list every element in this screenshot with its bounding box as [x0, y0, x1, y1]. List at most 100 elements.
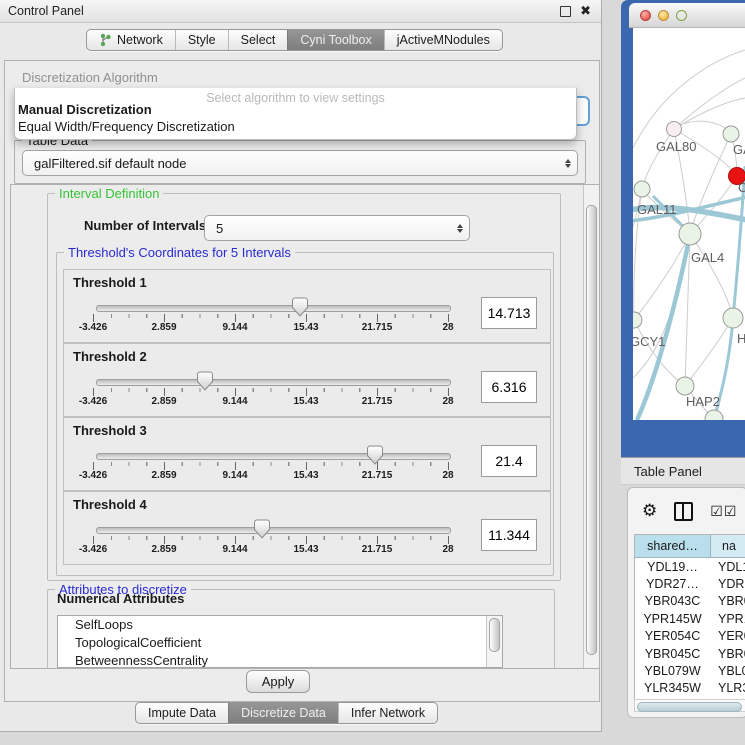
network-icon [99, 33, 112, 47]
threshold-1-value-field[interactable] [481, 297, 537, 329]
threshold-2-slider-track[interactable] [96, 379, 451, 386]
threshold-2-label: Threshold 2 [73, 349, 147, 364]
list-item[interactable]: SelfLoops [58, 616, 502, 634]
tab-style[interactable]: Style [175, 30, 228, 50]
gear-icon[interactable]: ⚙ [642, 501, 657, 521]
node-label: HAP2 [686, 394, 720, 409]
node-hap2[interactable] [676, 377, 694, 395]
threshold-2-tick-labels: -3.426 2.859 9.144 15.43 21.715 28 [64, 396, 550, 409]
checkbox-checked-icon[interactable]: ☑ [710, 503, 723, 520]
node-bottom[interactable] [705, 410, 723, 420]
node-label-partial: H [737, 331, 745, 346]
top-tab-bar: Network Style Select Cyni Toolbox jActiv… [86, 29, 503, 51]
table-panel-header: Table Panel [621, 457, 745, 485]
table-row[interactable]: YBR045CYBR0 [635, 645, 745, 662]
threshold-4-slider-track[interactable] [96, 527, 451, 534]
node-label: GAL4 [691, 250, 724, 265]
threshold-4-tick-marks [93, 536, 450, 544]
table-data-combobox-value: galFiltered.sif default node [23, 156, 559, 171]
apply-button[interactable]: Apply [246, 670, 310, 693]
close-traffic-light-icon[interactable] [640, 10, 651, 21]
threshold-1-panel: Threshold 1 -3.426 2.859 9.144 15.43 21.… [63, 269, 551, 343]
node-gal11[interactable] [634, 181, 650, 197]
threshold-1-tick-marks [93, 314, 450, 322]
node-attribute-table: shared… na YDL19…YDL1 YDR27…YDR2 YBR043C… [634, 534, 745, 700]
panel-title: Control Panel [0, 4, 84, 18]
tab-discretize-data[interactable]: Discretize Data [228, 703, 338, 723]
thresholds-group: Threshold's Coordinates for 5 Intervals … [56, 252, 554, 576]
table-row[interactable]: YLR345WYLR3 [635, 680, 745, 697]
attributes-list-scrollbar[interactable] [486, 616, 502, 667]
menu-item-equal-width-frequency[interactable]: Equal Width/Frequency Discretization [18, 119, 235, 134]
list-item[interactable]: BetweennessCentrality [58, 652, 502, 668]
node-label-partial: C [738, 180, 745, 195]
threshold-3-tick-labels: -3.426 2.859 9.144 15.43 21.715 28 [64, 470, 550, 483]
num-intervals-label: Number of Intervals [84, 218, 206, 233]
checkbox-checked-icon[interactable]: ☑ [724, 503, 737, 520]
node-label: GCY1 [633, 334, 665, 349]
tab-network[interactable]: Network [87, 30, 175, 50]
table-horizontal-scrollbar[interactable] [634, 699, 745, 712]
numerical-attributes-list: SelfLoops TopologicalCoefficient Between… [57, 615, 503, 668]
columns-icon[interactable] [674, 502, 693, 521]
thresholds-group-title: Threshold's Coordinates for 5 Intervals [64, 245, 295, 260]
threshold-2-value-field[interactable] [481, 371, 537, 403]
network-view-window: GAL80 GA C GAL11 GAL4 GCY1 H HAP2 [621, 0, 745, 457]
list-item[interactable]: TopologicalCoefficient [58, 634, 502, 652]
table-row[interactable]: YBL079WYBL0 [635, 662, 745, 679]
tab-jactivemnodules[interactable]: jActiveMNodules [384, 30, 502, 50]
interval-definition-group: Interval Definition Number of Intervals … [47, 193, 561, 581]
table-header-row: shared… na [635, 535, 745, 558]
num-intervals-combobox[interactable]: 5 [204, 215, 470, 241]
tab-impute-data[interactable]: Impute Data [136, 703, 228, 723]
threshold-3-value-field[interactable] [481, 445, 537, 477]
minimize-traffic-light-icon[interactable] [658, 10, 669, 21]
network-graph: GAL80 GA C GAL11 GAL4 GCY1 H HAP2 [633, 28, 745, 420]
threshold-4-value-field[interactable] [481, 519, 537, 551]
algorithm-dropdown-popup: Select algorithm to view settings Manual… [14, 88, 577, 140]
float-window-icon[interactable] [560, 6, 571, 17]
node-gal80[interactable] [667, 122, 682, 137]
threshold-3-label: Threshold 3 [73, 423, 147, 438]
bottom-tab-bar: Impute Data Discretize Data Infer Networ… [135, 702, 438, 724]
threshold-1-tick-labels: -3.426 2.859 9.144 15.43 21.715 28 [64, 322, 550, 335]
column-header-name[interactable]: na [711, 535, 745, 557]
node-gcy1[interactable] [633, 312, 642, 328]
numerical-attributes-label: Numerical Attributes [57, 591, 184, 606]
node-right-mid[interactable] [723, 308, 743, 328]
node-label: GAL80 [656, 139, 696, 154]
node-top-right[interactable] [723, 126, 739, 142]
threshold-4-panel: Threshold 4 -3.426 2.859 9.144 21.715 15… [63, 491, 551, 565]
control-panel-window: Control Panel ✖ Network Style Select Cyn… [0, 0, 602, 732]
table-row[interactable]: YER054CYER0 [635, 628, 745, 645]
table-panel-body: ⚙ ☑ ☑ shared… na YDL19…YDL1 YDR27…YDR2 Y… [627, 487, 745, 718]
threshold-3-tick-marks [93, 462, 450, 470]
table-row[interactable]: YBR043CYBR0 [635, 593, 745, 610]
threshold-2-tick-marks [93, 388, 450, 396]
node-gal4[interactable] [679, 223, 701, 245]
close-icon[interactable]: ✖ [580, 6, 591, 16]
threshold-1-slider-track[interactable] [96, 305, 451, 312]
tab-cyni-toolbox[interactable]: Cyni Toolbox [287, 30, 383, 50]
tab-select[interactable]: Select [228, 30, 288, 50]
table-row[interactable]: YPR145WYPR1 [635, 610, 745, 627]
threshold-4-tick-labels: -3.426 2.859 9.144 21.715 15.43 28 [64, 544, 550, 557]
threshold-3-slider-track[interactable] [96, 453, 451, 460]
menu-item-manual-discretization[interactable]: Manual Discretization [18, 102, 152, 117]
network-canvas[interactable]: GAL80 GA C GAL11 GAL4 GCY1 H HAP2 [633, 28, 745, 420]
table-data-combobox[interactable]: galFiltered.sif default node [22, 150, 578, 176]
interval-definition-title: Interval Definition [55, 186, 163, 201]
tab-infer-network[interactable]: Infer Network [338, 703, 437, 723]
network-window-titlebar [629, 3, 745, 28]
threshold-3-panel: Threshold 3 -3.426 2.859 9.144 15.43 21.… [63, 417, 551, 491]
table-panel-title: Table Panel [621, 464, 702, 479]
table-row[interactable]: YDL19…YDL1 [635, 558, 745, 575]
settings-vertical-scrollbar[interactable] [583, 185, 599, 668]
control-panel-titlebar: Control Panel ✖ [0, 0, 601, 23]
node-label: GAL11 [637, 202, 677, 217]
threshold-1-label: Threshold 1 [73, 275, 147, 290]
threshold-4-label: Threshold 4 [73, 497, 147, 512]
table-row[interactable]: YDR27…YDR2 [635, 575, 745, 592]
zoom-traffic-light-icon[interactable] [676, 10, 687, 21]
column-header-shared-name[interactable]: shared… [635, 535, 711, 557]
